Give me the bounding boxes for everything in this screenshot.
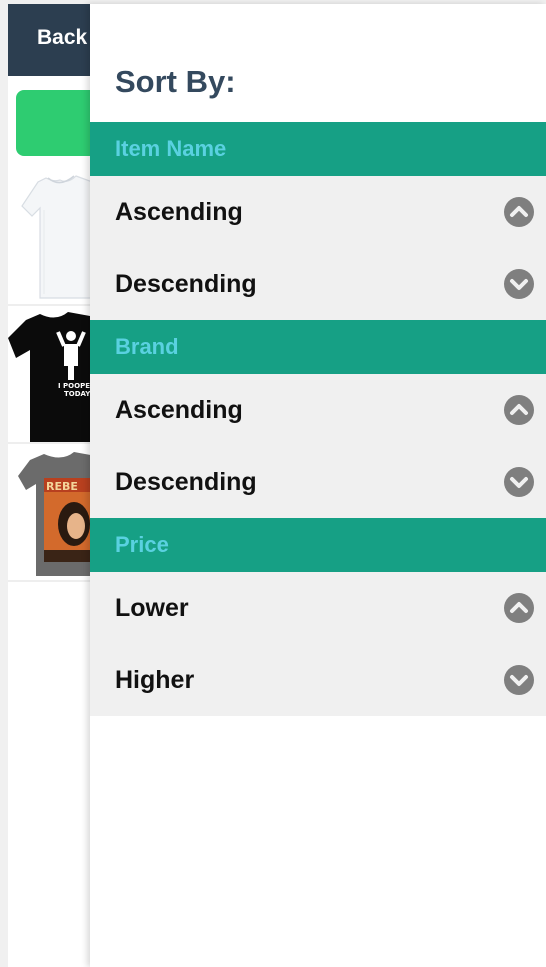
chevron-up-circle-icon — [504, 395, 534, 425]
sort-panel-title: Sort By: — [115, 64, 236, 99]
sort-item-name-descending[interactable]: Descending — [90, 248, 546, 320]
chevron-down-circle-icon — [504, 467, 534, 497]
chevron-down-circle-icon — [504, 665, 534, 695]
sort-option-label: Lower — [115, 594, 189, 622]
app-root: Back I POOPE TODAY REBE Sort By: Item Na… — [0, 0, 546, 967]
svg-text:TODAY: TODAY — [64, 390, 90, 398]
grey-printed-tshirt-image: REBE — [18, 452, 96, 576]
sort-option-label: Ascending — [115, 198, 243, 226]
chevron-up-circle-icon — [504, 197, 534, 227]
sort-brand-ascending[interactable]: Ascending — [90, 374, 546, 446]
svg-text:I POOPE: I POOPE — [58, 382, 90, 390]
chevron-down-circle-icon — [504, 269, 534, 299]
chevron-up-circle-icon — [504, 593, 534, 623]
section-header-price: Price — [90, 518, 546, 572]
black-tshirt-image: I POOPE TODAY — [8, 312, 90, 442]
sort-option-label: Ascending — [115, 396, 243, 424]
back-button[interactable]: Back — [37, 26, 87, 50]
sort-panel: Sort By: Item Name Ascending Descending … — [90, 4, 546, 967]
svg-text:REBE: REBE — [46, 480, 78, 493]
section-header-brand: Brand — [90, 320, 546, 374]
sort-price-higher[interactable]: Higher — [90, 644, 546, 716]
sort-option-label: Higher — [115, 666, 195, 694]
sort-brand-descending[interactable]: Descending — [90, 446, 546, 518]
sort-option-label: Descending — [115, 468, 257, 496]
sort-item-name-ascending[interactable]: Ascending — [90, 176, 546, 248]
sort-option-label: Descending — [115, 270, 257, 298]
white-tshirt-image — [21, 175, 98, 299]
sort-price-lower[interactable]: Lower — [90, 572, 546, 644]
section-header-item-name: Item Name — [90, 122, 546, 176]
